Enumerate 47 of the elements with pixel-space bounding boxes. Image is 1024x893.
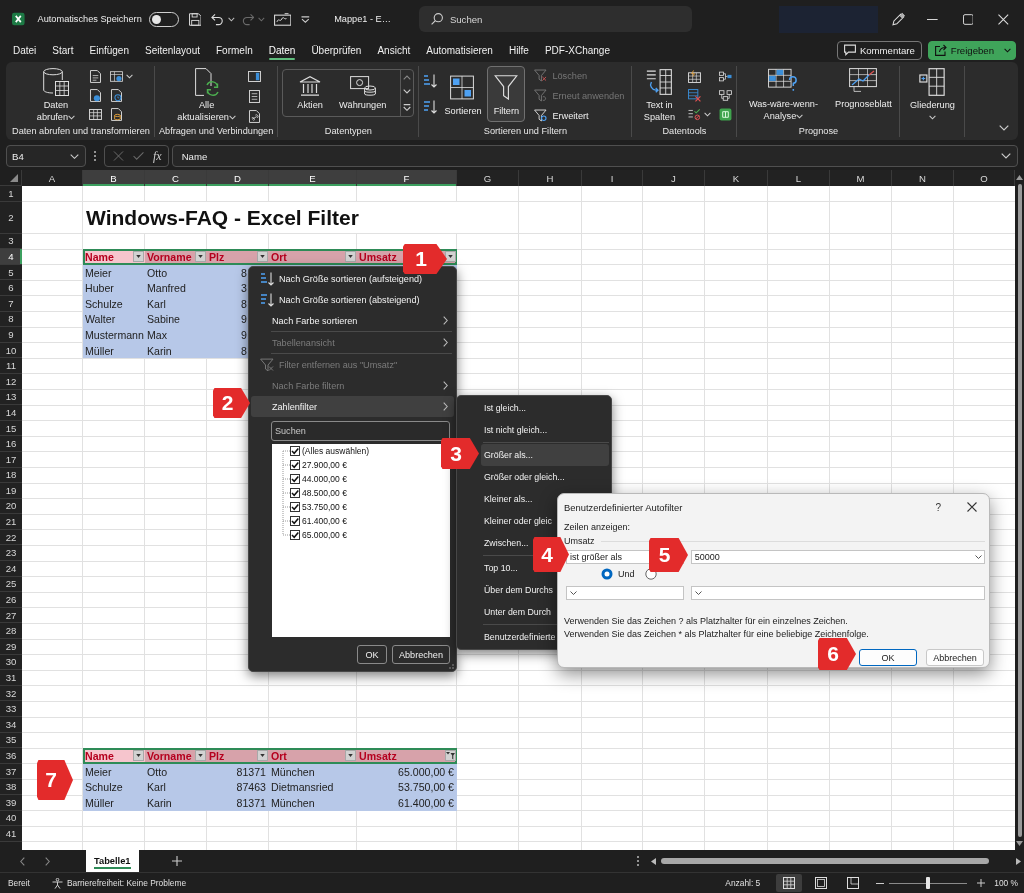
autosave-label: Automatisches Speichern xyxy=(37,14,142,24)
step-badge: 6 xyxy=(818,638,856,670)
value-label: 53.750,00 € xyxy=(302,502,347,512)
value-label: 44.000,00 € xyxy=(302,474,347,484)
step-badge: 1 xyxy=(403,244,447,274)
value-label: 61.400,00 € xyxy=(302,516,347,526)
table-cell: Manfred xyxy=(145,280,207,296)
hint-text: Verwenden Sie das Zeichen * als Platzhalter für eine beliebige Zeichenfolge. xyxy=(564,627,870,640)
group-label: Daten abrufen und transformieren xyxy=(12,125,150,137)
group-label: Sortieren und Filtern xyxy=(482,125,569,137)
dialog-title: Benutzerdefinierter Autofilter xyxy=(564,501,684,513)
cell-count: Anzahl: 5 xyxy=(725,878,761,888)
table-cell: Mustermann xyxy=(83,327,145,343)
step-badge: 3 xyxy=(441,438,479,469)
dialog-instruction: Zeilen anzeigen: xyxy=(564,522,632,532)
column-title: Ort xyxy=(271,750,287,762)
table-cell: Huber xyxy=(83,280,145,296)
status-text: Bereit xyxy=(8,878,30,888)
column-title: Plz xyxy=(209,251,225,263)
column-title: Umsatz xyxy=(359,251,397,263)
value-label: 65.000,00 € xyxy=(302,530,347,540)
group-label: Prognose xyxy=(797,125,840,137)
table-cell: Karl xyxy=(145,779,207,795)
value-label: 27.900,00 € xyxy=(302,460,347,470)
file-name: Mappe1 - E… xyxy=(334,14,391,24)
group-label: Datentypen xyxy=(323,125,373,137)
column-title: Umsatz xyxy=(359,750,397,762)
radio-label: Und xyxy=(618,569,635,579)
value-label: (Alles auswählen) xyxy=(302,446,370,456)
table-cell: Schulze xyxy=(83,779,145,795)
group-label: Abfragen und Verbindungen xyxy=(158,125,274,137)
column-title: Vorname xyxy=(147,251,192,263)
table-cell: 53.750,00 € xyxy=(357,779,457,795)
table-cell: Dietmansried xyxy=(269,779,357,795)
sheet-title: Windows-FAQ - Excel Filter xyxy=(83,201,457,234)
column-title: Name xyxy=(85,251,114,263)
group-label: Datentools xyxy=(661,125,708,137)
field-name-label: Umsatz xyxy=(564,536,595,546)
step-badge: 7 xyxy=(37,760,73,800)
column-title: Vorname xyxy=(147,750,192,762)
hint-text: Verwenden Sie das Zeichen ? als Platzhalter für ein einzelnes Zeichen. xyxy=(564,615,849,628)
table-cell: Max xyxy=(145,327,207,343)
table-cell: 87463 xyxy=(207,779,269,795)
value-label: 48.500,00 € xyxy=(302,488,347,498)
column-title: Plz xyxy=(209,750,225,762)
column-title: Ort xyxy=(271,251,287,263)
column-title: Name xyxy=(85,750,114,762)
